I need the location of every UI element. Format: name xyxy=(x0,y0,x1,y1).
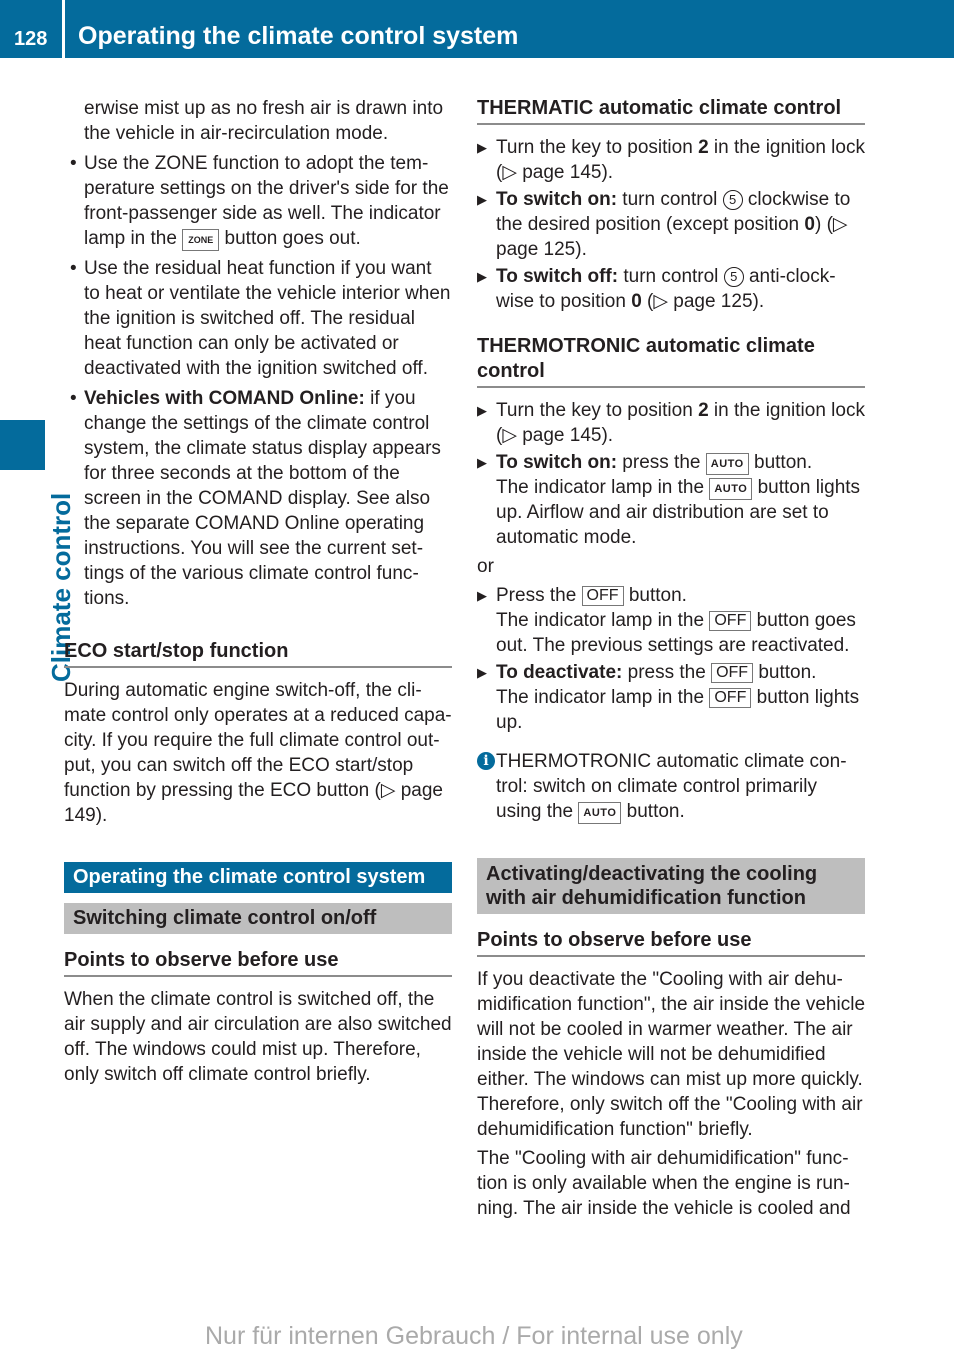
info-note: i THERMOTRONIC automatic climate con­tro… xyxy=(477,749,865,824)
step-item: ▶ To switch off: turn control 5 anti-clo… xyxy=(477,266,836,312)
step-item: ▶ To deactivate: press the OFF button. T… xyxy=(477,662,860,733)
off-button-icon: OFF xyxy=(709,611,752,631)
bullet-item: Use the residual heat function if you wa… xyxy=(64,256,452,381)
points-heading: Points to observe before use xyxy=(477,928,865,957)
points-heading: Points to observe before use xyxy=(64,948,452,977)
off-button-icon: OFF xyxy=(709,688,752,708)
or-text: or xyxy=(477,556,494,577)
info-icon: i xyxy=(477,752,495,770)
step-arrow-icon: ▶ xyxy=(477,403,487,418)
page-title: Operating the climate control system xyxy=(78,22,519,50)
eco-heading: ECO start/stop function xyxy=(64,639,452,668)
step-item: ▶ Press the OFF button. The indicator la… xyxy=(477,585,856,656)
off-button-icon: OFF xyxy=(581,586,624,606)
step-item: ▶ Turn the key to position 2 in the igni… xyxy=(477,400,865,446)
page-number: 128 xyxy=(14,28,48,50)
step-item: ▶ To switch on: press the AUTO button. T… xyxy=(477,452,861,548)
chapter-tab-marker xyxy=(0,420,45,470)
intro-continuation: erwise mist up as no fresh air is drawn … xyxy=(84,98,444,144)
step-arrow-icon: ▶ xyxy=(477,269,487,284)
subsection-heading: Switching climate control on/off xyxy=(64,903,452,934)
thermatic-heading: THERMATIC automatic climate control xyxy=(477,96,865,125)
points-text: The "Cooling with air dehumidification" … xyxy=(477,1148,851,1219)
step-arrow-icon: ▶ xyxy=(477,588,487,603)
bullet-item: Vehicles with COMAND Online: if you chan… xyxy=(64,386,452,611)
cooling-heading: Activating/deactivating the cooling with… xyxy=(477,858,865,914)
control-number-icon: 5 xyxy=(722,190,743,210)
step-arrow-icon: ▶ xyxy=(477,140,487,155)
right-column: THERMATIC automatic climate control ▶ Tu… xyxy=(477,96,865,1221)
step-arrow-icon: ▶ xyxy=(477,455,487,470)
page-header: 128 Operating the climate control system xyxy=(0,0,954,58)
points-text: If you deactivate the "Cooling with air … xyxy=(477,969,866,1140)
step-arrow-icon: ▶ xyxy=(477,665,487,680)
thermotronic-heading: THERMOTRONIC automatic climate control xyxy=(477,334,865,388)
watermark: Nur für internen Gebrauch / For internal… xyxy=(205,1322,743,1350)
eco-text: During automatic engine switch-off, the … xyxy=(64,680,452,826)
off-button-icon: OFF xyxy=(711,663,754,683)
step-item: ▶ Turn the key to position 2 in the igni… xyxy=(477,137,865,183)
step-item: ▶ To switch on: turn control 5 clockwise… xyxy=(477,189,851,260)
auto-button-icon: AUTO xyxy=(578,802,622,824)
left-column: erwise mist up as no fresh air is drawn … xyxy=(64,96,452,1087)
step-arrow-icon: ▶ xyxy=(477,192,487,207)
header-divider xyxy=(62,0,65,58)
auto-button-icon: AUTO xyxy=(705,453,749,475)
zone-button-icon: ZONE xyxy=(182,229,220,251)
bullet-item: Use the ZONE function to adopt the tem­p… xyxy=(64,151,452,251)
points-text: When the climate control is switched off… xyxy=(64,989,452,1085)
auto-button-icon: AUTO xyxy=(709,478,753,500)
section-heading: Operating the climate control system xyxy=(64,862,452,893)
control-number-icon: 5 xyxy=(723,267,744,287)
